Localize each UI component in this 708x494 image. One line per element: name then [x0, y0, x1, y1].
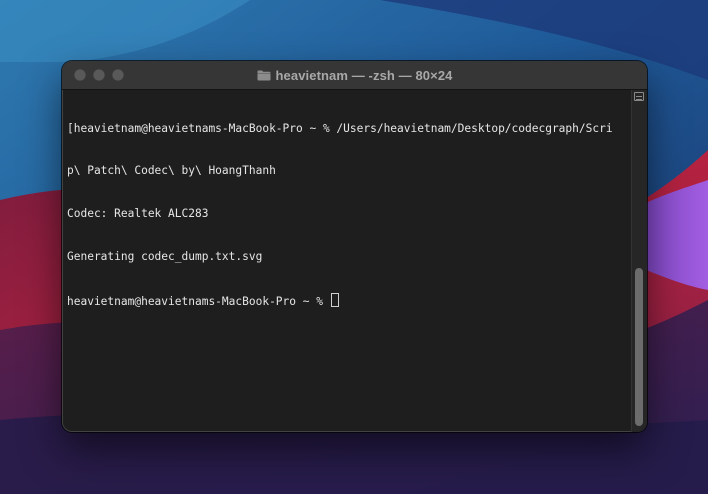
terminal-line: Generating codec_dump.txt.svg	[67, 250, 263, 264]
terminal-output[interactable]: [heavietnam@heavietnams-MacBook-Pro ~ % …	[62, 90, 632, 432]
folder-icon	[257, 70, 270, 80]
prompt-line[interactable]: heavietnam@heavietnams-MacBook-Pro ~ %	[67, 293, 632, 309]
scrollbar-thumb[interactable]	[635, 268, 643, 426]
window-title: heavietnam — -zsh — 80×24	[275, 67, 453, 83]
terminal-line: Codec: Realtek ALC283	[67, 207, 209, 221]
terminal-line: p\ Patch\ Codec\ by\ HoangThanh	[67, 164, 276, 178]
terminal-window[interactable]: heavietnam — -zsh — 80×24 [heavietnam@he…	[62, 61, 647, 432]
prompt-text: heavietnam@heavietnams-MacBook-Pro ~ %	[67, 295, 330, 309]
title-bar[interactable]: heavietnam — -zsh — 80×24	[62, 61, 647, 90]
split-pane-icon[interactable]	[634, 92, 644, 101]
vertical-scrollbar[interactable]	[631, 90, 647, 432]
title-container: heavietnam — -zsh — 80×24	[62, 61, 647, 89]
text-cursor	[330, 293, 339, 308]
terminal-line: [heavietnam@heavietnams-MacBook-Pro ~ % …	[67, 121, 613, 135]
